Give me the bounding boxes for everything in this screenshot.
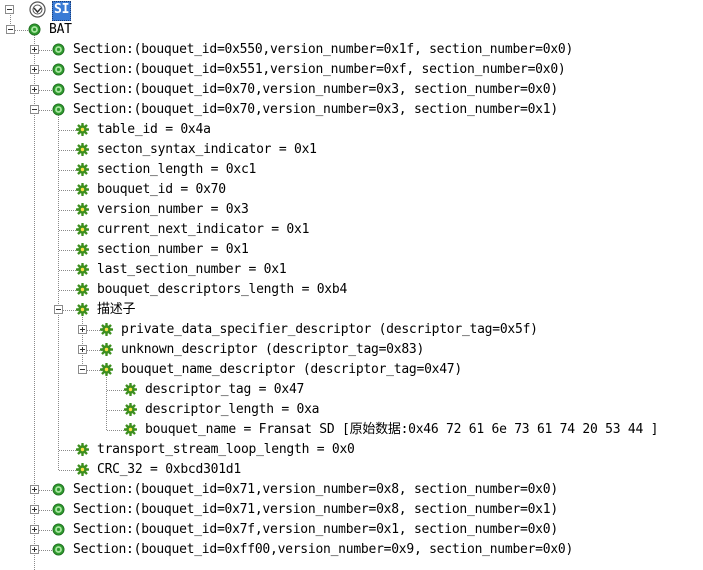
tree-row[interactable]: Section:(bouquet_id=0x71,version_number=… [0,480,703,500]
gear-icon [100,343,113,356]
green-node-icon [28,23,41,36]
gear-icon [76,243,89,256]
gear-icon [76,163,89,176]
tree-node-label[interactable]: bouquet_descriptors_length = 0xb4 [97,281,347,299]
tree-node-label[interactable]: Section:(bouquet_id=0x71,version_number=… [73,481,558,499]
tree-node-label[interactable]: transport_stream_loop_length = 0x0 [97,441,355,459]
tree-node-label[interactable]: section_number = 0x1 [97,241,249,259]
green-node-icon [52,83,65,96]
expand-toggle[interactable] [78,325,87,334]
tree-row[interactable]: secton_syntax_indicator = 0x1 [0,140,703,160]
gear-icon [76,463,89,476]
tree-node-label[interactable]: table_id = 0x4a [97,121,211,139]
collapse-toggle[interactable] [30,105,39,114]
tree-row[interactable]: current_next_indicator = 0x1 [0,220,703,240]
expand-toggle[interactable] [30,505,39,514]
collapse-toggle[interactable] [54,305,63,314]
gear-icon [124,403,137,416]
tree-row[interactable]: table_id = 0x4a [0,120,703,140]
green-node-icon [52,543,65,556]
gear-icon [124,383,137,396]
tree-row[interactable]: 描述子 [0,300,703,320]
tree-node-label[interactable]: bouquet_name = Fransat SD [原始数据:0x46 72 … [145,421,658,439]
green-node-icon [52,103,65,116]
green-node-icon [52,483,65,496]
expand-toggle[interactable] [30,45,39,54]
tree-node-label[interactable]: unknown_descriptor (descriptor_tag=0x83) [121,341,424,359]
gear-icon [100,363,113,376]
gear-icon [76,203,89,216]
tree-node-label[interactable]: bouquet_name_descriptor (descriptor_tag=… [121,361,462,379]
tree-node-label[interactable]: section_length = 0xc1 [97,161,256,179]
tree-node-label[interactable]: Section:(bouquet_id=0xff00,version_numbe… [73,541,573,559]
green-node-icon [52,503,65,516]
tree-row[interactable]: version_number = 0x3 [0,200,703,220]
tree-node-label[interactable]: descriptor_length = 0xa [145,401,320,419]
tree-node-label[interactable]: Section:(bouquet_id=0x71,version_number=… [73,501,558,519]
tree-view[interactable]: SI BAT Section:(bouquet_id=0x550,version_… [0,0,703,570]
tree-row[interactable]: Section:(bouquet_id=0x70,version_number=… [0,80,703,100]
tree-node-label[interactable]: Section:(bouquet_id=0x551,version_number… [73,61,566,79]
green-node-icon [52,63,65,76]
collapse-toggle[interactable] [5,5,14,14]
tree-row[interactable]: private_data_specifier_descriptor (descr… [0,320,703,340]
tree-node-label[interactable]: private_data_specifier_descriptor (descr… [121,321,538,339]
expand-toggle[interactable] [78,345,87,354]
collapse-toggle[interactable] [78,365,87,374]
tree-row[interactable]: Section:(bouquet_id=0x551,version_number… [0,60,703,80]
tree-row[interactable]: section_number = 0x1 [0,240,703,260]
tree-row[interactable]: CRC_32 = 0xbcd301d1 [0,460,703,480]
tree-row[interactable]: transport_stream_loop_length = 0x0 [0,440,703,460]
green-node-icon [52,43,65,56]
tree-row[interactable]: Section:(bouquet_id=0x70,version_number=… [0,100,703,120]
tree-node-label[interactable]: Section:(bouquet_id=0x7f,version_number=… [73,521,558,539]
tree-row[interactable]: bouquet_id = 0x70 [0,180,703,200]
tree-node-label[interactable]: descriptor_tag = 0x47 [145,381,304,399]
radar-icon [29,1,46,18]
tree-root-row[interactable]: SI [0,0,703,21]
gear-icon [76,143,89,156]
expand-toggle[interactable] [30,485,39,494]
gear-icon [76,123,89,136]
expand-toggle[interactable] [30,85,39,94]
tree-row[interactable]: Section:(bouquet_id=0x550,version_number… [0,40,703,60]
green-node-icon [52,523,65,536]
tree-row[interactable]: bouquet_name = Fransat SD [原始数据:0x46 72 … [0,420,703,440]
gear-icon [76,263,89,276]
tree-node-label[interactable]: CRC_32 = 0xbcd301d1 [97,461,241,479]
collapse-toggle[interactable] [6,25,15,34]
tree-node-label[interactable]: 描述子 [97,301,136,319]
gear-icon [76,443,89,456]
tree-node-label[interactable]: bouquet_id = 0x70 [97,181,226,199]
expand-toggle[interactable] [30,525,39,534]
tree-node-label[interactable]: version_number = 0x3 [97,201,249,219]
tree-row[interactable]: bouquet_name_descriptor (descriptor_tag=… [0,360,703,380]
tree-node-label[interactable]: Section:(bouquet_id=0x550,version_number… [73,41,573,59]
tree-row[interactable]: descriptor_length = 0xa [0,400,703,420]
tree-node-label[interactable]: Section:(bouquet_id=0x70,version_number=… [73,101,558,119]
tree-row[interactable]: descriptor_tag = 0x47 [0,380,703,400]
tree-node-label[interactable]: last_section_number = 0x1 [97,261,287,279]
tree-row[interactable]: bouquet_descriptors_length = 0xb4 [0,280,703,300]
tree-row[interactable]: BAT [0,20,703,40]
gear-icon [76,223,89,236]
gear-icon [124,423,137,436]
tree-row[interactable]: Section:(bouquet_id=0x7f,version_number=… [0,520,703,540]
expand-toggle[interactable] [30,65,39,74]
tree-node-label[interactable]: Section:(bouquet_id=0x70,version_number=… [73,81,558,99]
gear-icon [76,183,89,196]
gear-icon [76,303,89,316]
tree-row[interactable]: section_length = 0xc1 [0,160,703,180]
expand-toggle[interactable] [30,545,39,554]
tree-row[interactable]: Section:(bouquet_id=0xff00,version_numbe… [0,540,703,560]
tree-row[interactable]: Section:(bouquet_id=0x71,version_number=… [0,500,703,520]
tree-node-label[interactable]: BAT [49,21,72,39]
tree-root-label[interactable]: SI [52,1,72,21]
tree-row[interactable]: last_section_number = 0x1 [0,260,703,280]
tree-node-label[interactable]: secton_syntax_indicator = 0x1 [97,141,317,159]
gear-icon [100,323,113,336]
gear-icon [76,283,89,296]
tree-node-label[interactable]: current_next_indicator = 0x1 [97,221,309,239]
tree-row[interactable]: unknown_descriptor (descriptor_tag=0x83) [0,340,703,360]
